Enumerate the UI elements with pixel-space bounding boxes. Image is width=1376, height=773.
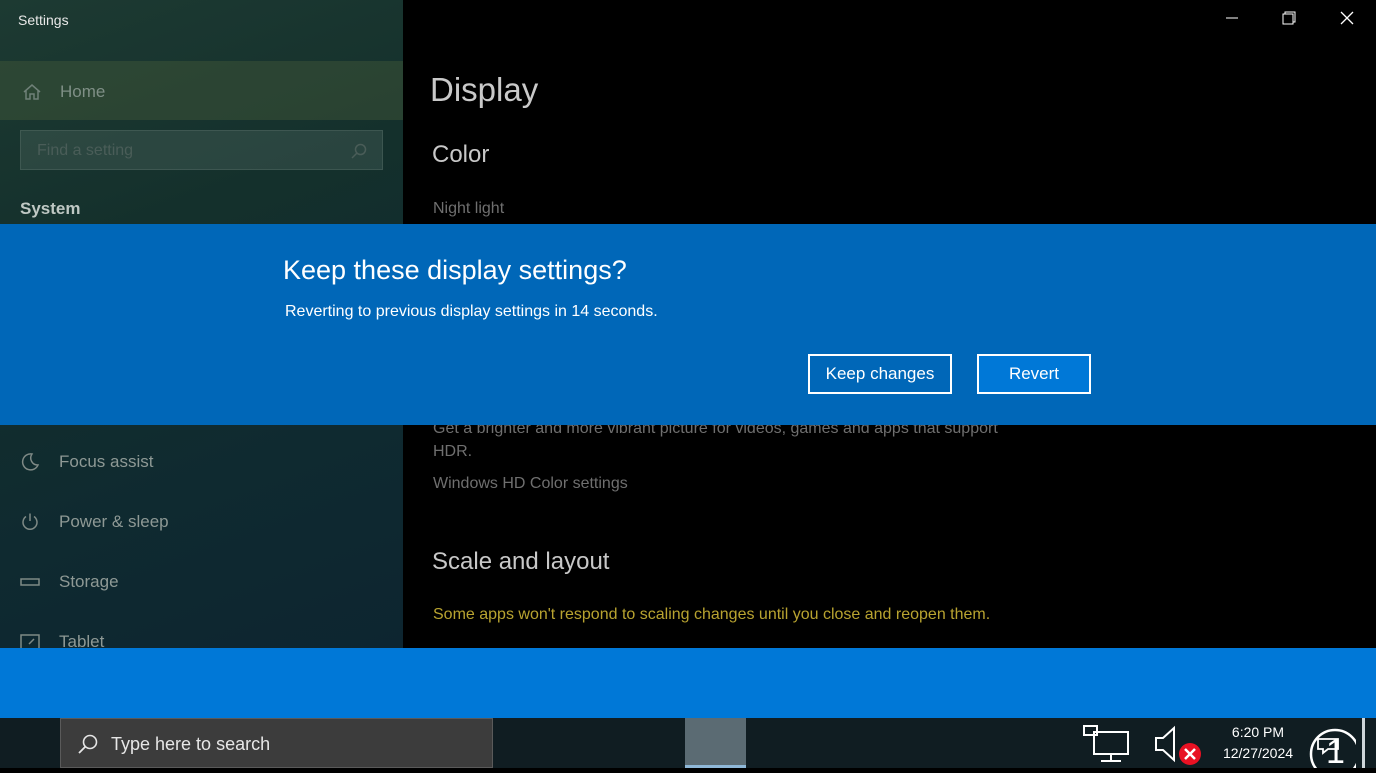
- dialog-title: Keep these display settings?: [283, 255, 627, 285]
- search-icon: [77, 733, 99, 760]
- moon-icon: [20, 452, 40, 477]
- minimize-button[interactable]: [1203, 0, 1261, 40]
- search-placeholder: Find a setting: [37, 142, 134, 159]
- close-button[interactable]: [1318, 0, 1376, 40]
- scale-layout-heading: Scale and layout: [432, 548, 610, 575]
- sidebar-item-focus-assist[interactable]: Focus assist: [0, 442, 403, 482]
- home-icon: [22, 83, 42, 106]
- revert-button[interactable]: Revert: [977, 354, 1091, 394]
- network-icon[interactable]: [1082, 724, 1132, 769]
- maximize-button[interactable]: [1260, 0, 1318, 40]
- search-icon[interactable]: [350, 142, 368, 165]
- show-desktop-button[interactable]: [1362, 718, 1365, 768]
- taskbar: Type here to search 6:20 PM 12/27/2024 1: [0, 718, 1376, 773]
- sidebar-item-label: Storage: [59, 572, 119, 591]
- sidebar-item-label: Power & sleep: [59, 512, 169, 531]
- color-heading: Color: [432, 141, 490, 168]
- sidebar-item-label: Tablet: [59, 632, 105, 648]
- page-title: Display: [430, 71, 539, 108]
- sidebar-item-tablet[interactable]: Tablet: [0, 622, 403, 648]
- volume-muted-icon[interactable]: [1152, 724, 1206, 773]
- clock-time: 6:20 PM: [1231, 724, 1285, 740]
- system-clock[interactable]: 6:20 PM 12/27/2024: [1210, 722, 1306, 764]
- keep-display-settings-dialog: Keep these display settings? Reverting t…: [0, 224, 1376, 425]
- night-light-label: Night light: [433, 200, 505, 217]
- action-center-button[interactable]: 1: [1308, 725, 1361, 773]
- sidebar-item-home[interactable]: Home: [0, 61, 403, 120]
- clock-date: 12/27/2024: [1222, 745, 1294, 761]
- accent-band: [0, 648, 1376, 718]
- sidebar-item-storage[interactable]: Storage: [0, 562, 403, 602]
- sidebar-section-system: System: [20, 199, 81, 218]
- sidebar-item-label: Home: [60, 82, 106, 101]
- restore-icon: [1282, 11, 1296, 30]
- dialog-message: Reverting to previous display settings i…: [285, 303, 658, 320]
- scaling-warning: Some apps won't respond to scaling chang…: [433, 606, 991, 623]
- minimize-icon: [1226, 11, 1238, 29]
- hd-color-settings-link[interactable]: Windows HD Color settings: [433, 472, 1013, 495]
- taskbar-settings-app[interactable]: [685, 718, 746, 768]
- find-setting-input[interactable]: Find a setting: [20, 130, 383, 170]
- taskbar-search-box[interactable]: Type here to search: [60, 718, 493, 768]
- sidebar-item-power-sleep[interactable]: Power & sleep: [0, 502, 403, 542]
- notification-count-badge: 1: [1326, 733, 1345, 771]
- app-title: Settings: [18, 12, 69, 28]
- sidebar-item-label: Focus assist: [59, 452, 154, 471]
- taskbar-search-placeholder: Type here to search: [111, 734, 271, 754]
- close-icon: [1340, 11, 1354, 30]
- storage-icon: [20, 572, 40, 597]
- power-icon: [20, 512, 40, 537]
- tablet-icon: [20, 632, 40, 648]
- keep-changes-button[interactable]: Keep changes: [808, 354, 952, 394]
